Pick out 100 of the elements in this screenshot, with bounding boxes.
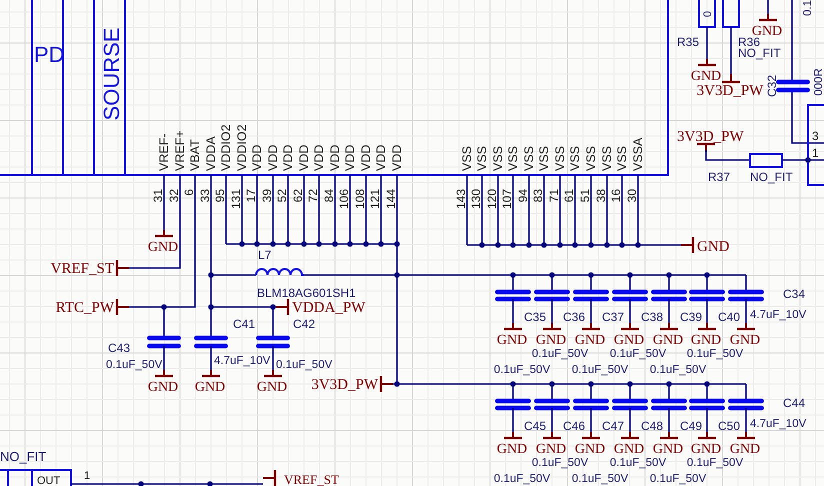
net-label: GND: [536, 333, 566, 348]
section-label: SOURSE: [99, 28, 124, 120]
component-ref: C38: [641, 310, 664, 324]
pin-name: VSS: [491, 146, 505, 171]
net-label: GND: [697, 239, 730, 255]
junction-dot: [510, 272, 516, 278]
component-ref: C49: [680, 419, 702, 433]
junction-dot: [254, 241, 260, 247]
pin-number: 3: [812, 129, 819, 143]
junction-dot: [510, 381, 516, 387]
junction-dot: [627, 272, 633, 278]
pin-name: VDD: [390, 144, 404, 171]
pin-name: VSS: [460, 146, 474, 171]
component-value: 0.1uF_50V: [276, 359, 332, 371]
component-ref: C35: [524, 310, 546, 324]
pin-name: VDD: [328, 144, 342, 171]
junction-dot: [270, 241, 276, 247]
component-value: 0.1uF_50V: [572, 473, 628, 485]
pin-name: VDDA: [204, 136, 218, 171]
junction-dot: [208, 304, 214, 310]
component-value: 0.1uF_50V: [650, 364, 706, 376]
pin-name: OUT: [37, 475, 60, 486]
component-ref: C40: [718, 310, 740, 324]
pin-name: VDD: [250, 144, 264, 171]
junction-dot: [588, 381, 594, 387]
port-symbol: [722, 74, 740, 84]
port-symbol: [276, 299, 290, 315]
junction-dot: [704, 272, 710, 278]
pin-name: VSS: [600, 146, 614, 171]
pin-number: 30: [625, 189, 639, 202]
pin-number: 61: [562, 189, 576, 202]
component-value: 0.1: [802, 0, 814, 16]
net-label: GND: [574, 442, 606, 457]
pin-number: 51: [578, 189, 592, 202]
pin-name: VDDIO2: [219, 124, 233, 171]
component-ref: C43: [108, 341, 130, 355]
ground-symbol: [543, 323, 561, 330]
junction-dot: [635, 242, 641, 248]
net-label: RTC_PW: [56, 300, 114, 316]
net-label: 3V3D_PW: [311, 377, 378, 393]
component-ref: C47: [602, 419, 624, 433]
wire: [782, 159, 824, 161]
junction-dot: [332, 241, 338, 247]
ground-symbol: [698, 323, 716, 330]
junction-dot: [704, 381, 710, 387]
component-value: 0.1uF_50V: [610, 457, 666, 469]
port-symbol: [697, 142, 715, 152]
junction-dot: [316, 241, 322, 247]
ground-symbol: [737, 432, 755, 440]
component-ref: C45: [524, 419, 546, 433]
component-value: NO_FIT: [738, 46, 781, 60]
net-label: GND: [690, 442, 722, 457]
pin-name: VSS: [615, 146, 629, 171]
pin-number: 84: [322, 189, 336, 202]
component-value: 0: [702, 10, 714, 18]
junction-dot: [239, 241, 245, 247]
wire: [767, 0, 769, 14]
pin-number: 52: [275, 189, 289, 202]
net-label: GND: [148, 240, 178, 255]
component-ref: C37: [602, 310, 624, 324]
component-ref: R35: [677, 35, 700, 49]
net-label: GND: [194, 380, 226, 395]
ground-symbol: [264, 370, 282, 378]
pin-number: 39: [260, 189, 274, 202]
ground-symbol: [202, 370, 220, 378]
component-value: BLM18AG601SH1: [257, 286, 356, 300]
pin-name: VSS: [568, 146, 582, 171]
ground-symbol: [660, 432, 678, 440]
pin-number: 83: [531, 189, 545, 202]
net-label: GND: [614, 442, 644, 457]
net-label: GND: [652, 442, 684, 457]
pin-number: 33: [198, 189, 212, 202]
junction-dot: [805, 157, 811, 163]
ground-symbol: [759, 14, 777, 22]
junction-dot: [557, 242, 563, 248]
pin-name: VSS: [522, 146, 536, 171]
pin-name: VSS: [475, 146, 489, 171]
pin-number: 94: [516, 189, 530, 202]
component-value: NO_FIT: [0, 449, 46, 464]
ground-symbol: [582, 432, 600, 440]
component-ref: C32: [765, 75, 779, 97]
ground-symbol: [660, 323, 678, 330]
component-ref: C50: [718, 419, 740, 433]
pin-name: VSS: [537, 146, 551, 171]
net-label: GND: [148, 380, 178, 395]
junction-dot: [510, 242, 516, 248]
pin-name: VDD: [297, 144, 311, 171]
capacitor-symbol: [776, 80, 810, 92]
pin-name: VDD: [343, 144, 357, 171]
pin-name: VDD: [374, 144, 388, 171]
junction-dot: [479, 242, 485, 248]
pin-name: VDDIO2: [235, 124, 249, 171]
component-value: 0.1uF_50V: [494, 364, 550, 376]
junction-dot: [588, 272, 594, 278]
resistor-symbol: [749, 153, 783, 168]
wire: [706, 27, 708, 59]
junction-dot: [619, 242, 625, 248]
junction-dot: [285, 241, 291, 247]
pin-number: 120: [485, 189, 499, 210]
pin-number: 16: [609, 189, 623, 202]
